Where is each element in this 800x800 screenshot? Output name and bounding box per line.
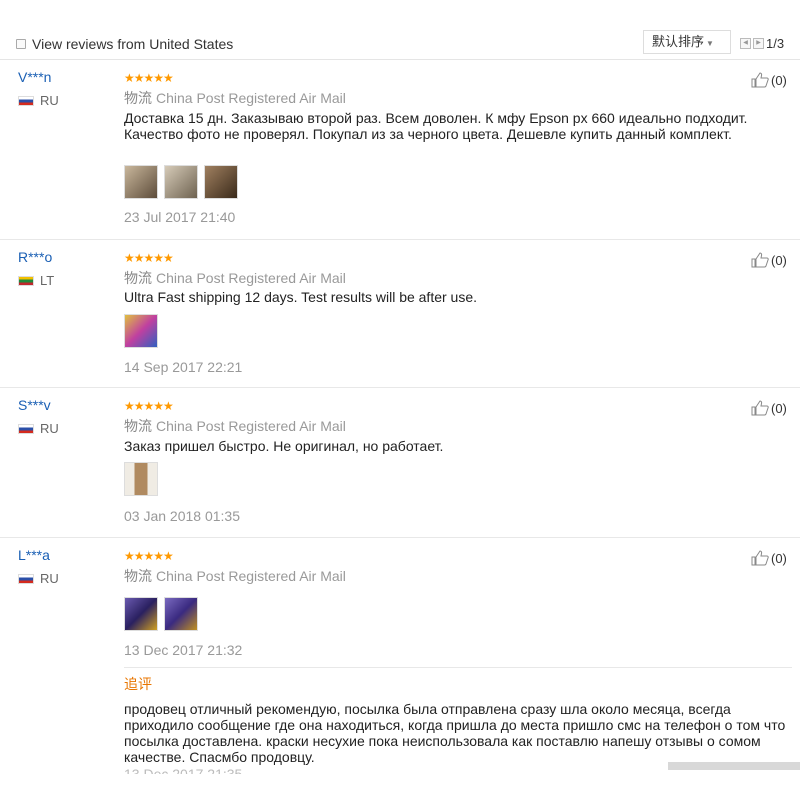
reviewer-country: RU [18,93,59,108]
country-filter-label: View reviews from United States [32,36,234,52]
review-text: Ultra Fast shipping 12 days. Test result… [124,289,478,305]
helpful-count: (0) [771,252,787,268]
shipping-name: China Post Registered Air Mail [156,90,346,106]
thumbs-up-icon [751,550,769,566]
reviewer-name[interactable]: R***o [18,249,52,265]
review-date: 13 Dec 2017 21:32 [124,642,243,658]
review-photo[interactable] [164,597,198,631]
review-date: 23 Jul 2017 21:40 [124,209,236,225]
flag-icon [18,423,34,434]
flag-icon [18,573,34,584]
review-photo[interactable] [204,165,238,199]
flag-icon [18,95,34,106]
helpful-button[interactable]: (0) [751,252,787,268]
star-rating: ★★★★★ [124,251,174,265]
helpful-button[interactable]: (0) [751,400,787,416]
review-photo[interactable] [124,462,158,496]
followup-divider [124,667,792,668]
review-photos [124,165,244,199]
followup-text: продовец отличный рекомендую, посылка бы… [124,701,786,765]
reviewer-name[interactable]: L***a [18,547,50,563]
review-date: 14 Sep 2017 22:21 [124,359,243,375]
reviewer-country: RU [18,571,59,586]
reviewer-name[interactable]: V***n [18,69,51,85]
review-photo[interactable] [124,597,158,631]
review-photos [124,597,204,631]
review-text: Заказ пришел быстро. Не оригинал, но раб… [124,438,444,454]
review-photo[interactable] [164,165,198,199]
star-rating: ★★★★★ [124,71,174,85]
review-item: R***o LT ★★★★★ 物流 China Post Registered A… [0,240,800,388]
shipping-method: 物流 China Post Registered Air Mail [124,88,346,108]
flag-icon [18,275,34,286]
review-photo[interactable] [124,314,158,348]
reviewer-country: LT [18,273,54,288]
helpful-button[interactable]: (0) [751,72,787,88]
country-code: RU [40,93,59,108]
country-code: RU [40,571,59,586]
sort-dropdown[interactable]: 默认排序 ▼ [643,30,731,54]
shipping-label: 物流 [124,90,152,106]
review-item: S***v RU ★★★★★ 物流 China Post Registered A… [0,388,800,538]
thumbs-up-icon [751,400,769,416]
reviews-toolbar: View reviews from United States 默认排序 ▼ ◀ … [0,28,800,60]
pagination: ◀ ▶ 1/3 [740,36,784,51]
followup-date: 13 Dec 2017 21:35 [124,766,243,774]
shipping-name: China Post Registered Air Mail [156,568,346,584]
chevron-down-icon: ▼ [706,39,714,48]
shipping-method: 物流 China Post Registered Air Mail [124,268,346,288]
country-code: RU [40,421,59,436]
review-text: Доставка 15 дн. Заказываю второй раз. Вс… [124,110,748,142]
country-code: LT [40,273,55,288]
page-indicator: 1/3 [766,36,785,51]
country-filter[interactable]: View reviews from United States [16,36,233,52]
shipping-label: 物流 [124,418,152,434]
helpful-button[interactable]: (0) [751,550,787,566]
helpful-count: (0) [771,72,787,88]
thumbs-up-icon [751,252,769,268]
prev-page-button[interactable]: ◀ [740,38,751,49]
horizontal-scrollbar[interactable] [668,762,800,770]
shipping-method: 物流 China Post Registered Air Mail [124,416,346,436]
review-photos [124,314,164,348]
reviewer-country: RU [18,421,59,436]
review-photos [124,462,164,496]
star-rating: ★★★★★ [124,399,174,413]
sort-label: 默认排序 [652,34,705,49]
review-photo[interactable] [124,165,158,199]
shipping-name: China Post Registered Air Mail [156,418,346,434]
shipping-label: 物流 [124,270,152,286]
reviewer-name[interactable]: S***v [18,397,51,413]
next-page-button[interactable]: ▶ [753,38,764,49]
helpful-count: (0) [771,550,787,566]
shipping-name: China Post Registered Air Mail [156,270,346,286]
review-item: V***n RU ★★★★★ 物流 China Post Registered A… [0,60,800,240]
review-item: L***a RU ★★★★★ 物流 China Post Registered A… [0,538,800,800]
thumbs-up-icon [751,72,769,88]
followup-label: 追评 [124,676,152,692]
shipping-method: 物流 China Post Registered Air Mail [124,566,346,586]
helpful-count: (0) [771,400,787,416]
shipping-label: 物流 [124,568,152,584]
review-date: 03 Jan 2018 01:35 [124,508,240,524]
star-rating: ★★★★★ [124,549,174,563]
country-filter-checkbox[interactable] [16,39,26,49]
